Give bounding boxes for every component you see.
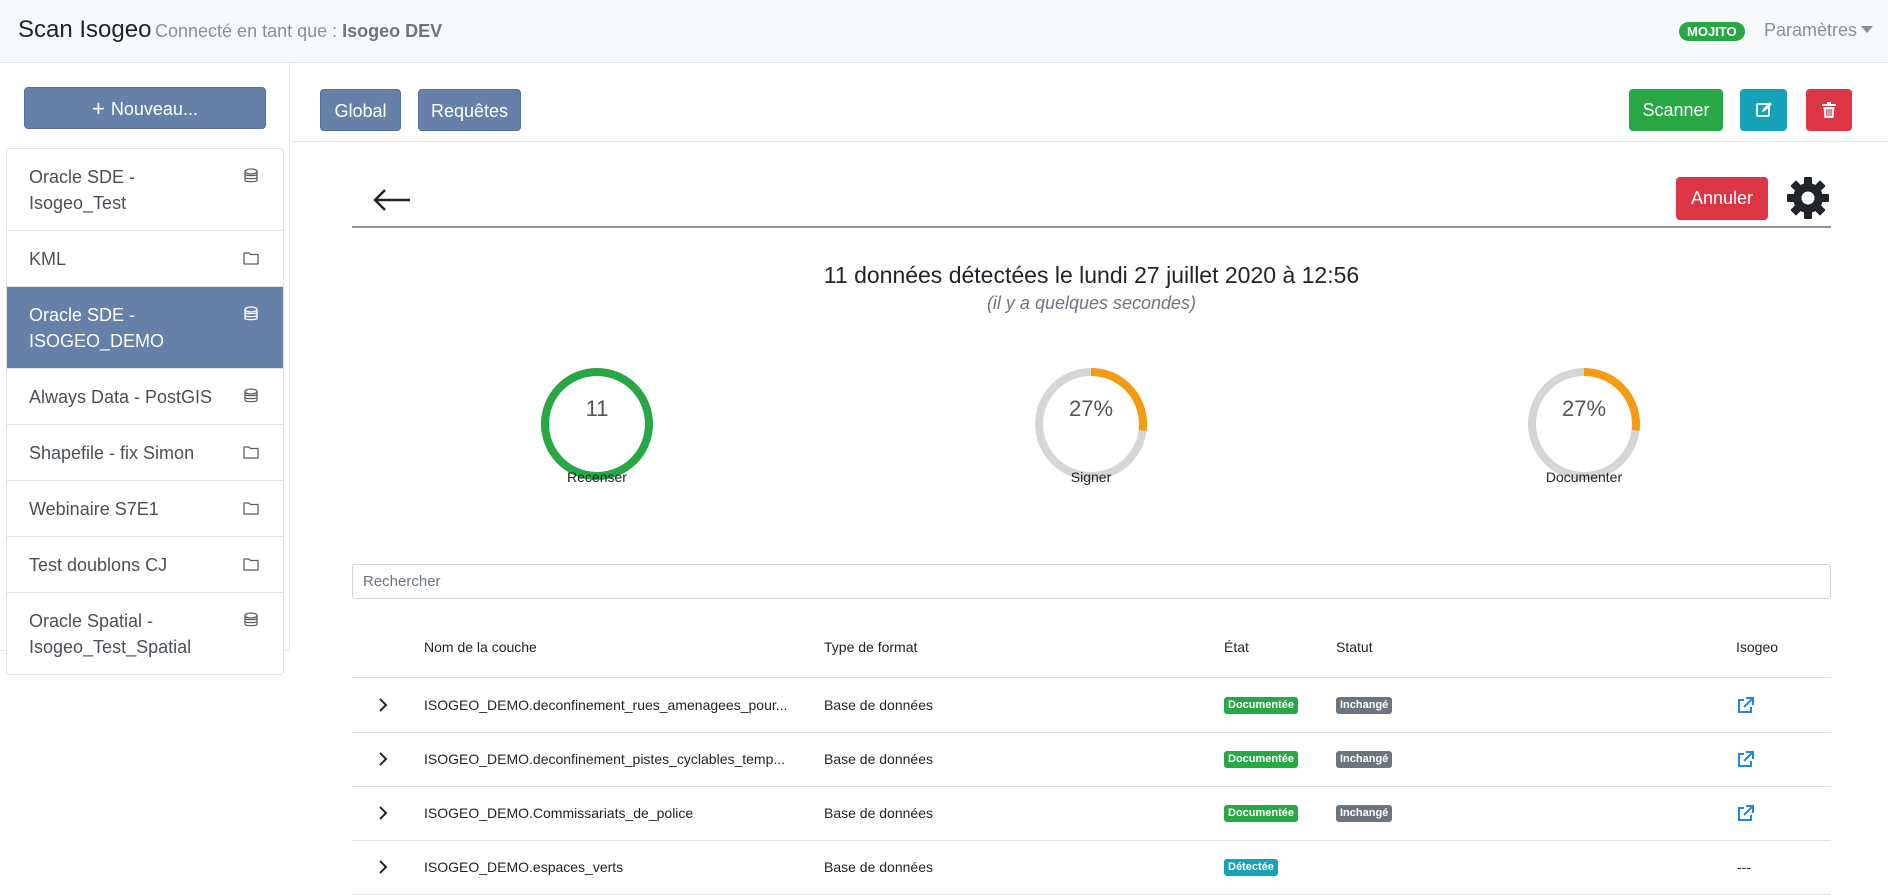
etat-badge: Documentée [1224, 751, 1299, 768]
chevron-right-icon[interactable] [377, 858, 389, 876]
gear-icon[interactable] [1786, 176, 1830, 220]
table-header: Nom de la couche Type de format État Sta… [352, 630, 1831, 678]
sidebar-source-item[interactable]: Oracle SDE - Isogeo_Test [7, 149, 283, 231]
delete-button[interactable] [1806, 89, 1852, 131]
database-icon [243, 303, 259, 321]
sidebar-source-item[interactable]: Shapefile - fix Simon [7, 425, 283, 481]
progress-gauge: 27% Signer [1021, 354, 1161, 494]
scanner-button[interactable]: Scanner [1629, 89, 1723, 131]
environment-badge: MOJITO [1679, 22, 1745, 41]
source-label: Shapefile - fix Simon [29, 443, 195, 463]
header-divider [352, 226, 1831, 228]
table-row[interactable]: ISOGEO_DEMO.deconfinement_pistes_cyclabl… [352, 733, 1831, 787]
progress-gauge: 11 Recenser [527, 354, 667, 494]
folder-icon [243, 441, 259, 459]
settings-label: Paramètres [1764, 20, 1858, 40]
table-row[interactable]: ISOGEO_DEMO.espaces_verts Base de données… [352, 841, 1831, 895]
edit-button[interactable] [1740, 89, 1787, 131]
external-link-icon[interactable] [1735, 804, 1755, 824]
header-statut[interactable]: Statut [1336, 639, 1373, 655]
database-icon [243, 385, 259, 403]
new-source-label: Nouveau... [110, 99, 198, 119]
connected-as-text: Connecté en tant que : Isogeo DEV [155, 21, 442, 42]
folder-icon [243, 497, 259, 515]
etat-badge: Documentée [1224, 805, 1299, 822]
sidebar-source-item[interactable]: Oracle Spatial - Isogeo_Test_Spatial [7, 593, 283, 674]
statut-badge: Inchangé [1336, 805, 1393, 822]
gauge-value: 11 [585, 396, 609, 421]
chevron-right-icon[interactable] [377, 750, 389, 768]
sidebar-source-item[interactable]: Webinaire S7E1 [7, 481, 283, 537]
sidebar: + Nouveau... Oracle SDE - Isogeo_Test KML O… [0, 63, 290, 675]
source-label: Oracle SDE - ISOGEO_DEMO [29, 305, 165, 351]
layer-format: Base de données [824, 697, 933, 713]
gauge-value: 27% [1561, 396, 1607, 421]
global-button[interactable]: Global [320, 89, 401, 131]
scan-subtitle: (il y a quelques secondes) [986, 293, 1197, 313]
database-icon [243, 609, 259, 627]
header-format[interactable]: Type de format [824, 639, 917, 655]
cancel-button[interactable]: Annuler [1676, 177, 1768, 220]
etat-badge: Détectée [1224, 859, 1278, 876]
trash-icon [1822, 102, 1836, 118]
scan-title: 11 données détectées le lundi 27 juillet… [823, 262, 1360, 288]
header-name[interactable]: Nom de la couche [424, 639, 537, 655]
source-label: Webinaire S7E1 [29, 499, 159, 519]
top-navbar: Scan Isogeo Connecté en tant que : Isoge… [0, 0, 1888, 63]
database-icon [243, 165, 259, 183]
statut-badge: Inchangé [1336, 751, 1393, 768]
gauge-label: Recenser [567, 469, 627, 485]
source-label: Oracle SDE - Isogeo_Test [29, 167, 136, 213]
external-link-icon[interactable] [1735, 696, 1755, 716]
caret-down-icon [1861, 26, 1874, 33]
layer-name: ISOGEO_DEMO.Commissariats_de_police [424, 805, 694, 821]
isogeo-empty: --- [1737, 859, 1751, 875]
layer-format: Base de données [824, 805, 933, 821]
app-brand[interactable]: Scan Isogeo [18, 16, 151, 44]
gauge-label: Signer [1070, 469, 1112, 485]
statut-badge: Inchangé [1336, 697, 1393, 714]
main-toolbar: Global Requêtes Scanner [291, 63, 1888, 142]
connected-prefix: Connecté en tant que : [155, 21, 338, 41]
source-label: Test doublons CJ [29, 555, 168, 575]
etat-badge: Documentée [1224, 697, 1299, 714]
table-row[interactable]: ISOGEO_DEMO.Commissariats_de_police Base … [352, 787, 1831, 841]
source-list: Oracle SDE - Isogeo_Test KML Oracle SDE - … [6, 148, 284, 675]
external-link-icon[interactable] [1735, 750, 1755, 770]
settings-dropdown[interactable]: Paramètres [1764, 20, 1874, 41]
folder-icon [243, 553, 259, 571]
requetes-button[interactable]: Requêtes [418, 89, 521, 131]
layer-format: Base de données [824, 751, 933, 767]
layer-name: ISOGEO_DEMO.deconfinement_rues_amenagees… [424, 697, 788, 713]
sidebar-source-item[interactable]: Always Data - PostGIS [7, 369, 283, 425]
layer-format: Base de données [824, 859, 933, 875]
progress-gauge: 27% Documenter [1514, 354, 1654, 494]
folder-icon [243, 247, 259, 265]
plus-icon: + [92, 96, 105, 121]
sidebar-source-item[interactable]: Test doublons CJ [7, 537, 283, 593]
search-input[interactable] [352, 564, 1831, 599]
sidebar-source-item[interactable]: KML [7, 231, 283, 287]
connected-user: Isogeo DEV [342, 21, 443, 41]
source-label: Oracle Spatial - Isogeo_Test_Spatial [29, 611, 192, 657]
sidebar-source-item[interactable]: Oracle SDE - ISOGEO_DEMO [7, 287, 283, 369]
gauge-label: Documenter [1545, 469, 1623, 485]
table-row[interactable]: ISOGEO_DEMO.deconfinement_rues_amenagees… [352, 679, 1831, 733]
layer-name: ISOGEO_DEMO.deconfinement_pistes_cyclabl… [424, 751, 786, 767]
chevron-right-icon[interactable] [377, 804, 389, 822]
chevron-right-icon[interactable] [377, 696, 389, 714]
new-source-button[interactable]: + Nouveau... [24, 87, 266, 129]
header-isogeo: Isogeo [1736, 639, 1779, 655]
source-label: Always Data - PostGIS [29, 387, 213, 407]
gauge-value: 27% [1068, 396, 1114, 421]
back-arrow-icon[interactable] [372, 185, 412, 215]
source-label: KML [29, 249, 67, 269]
layer-name: ISOGEO_DEMO.espaces_verts [424, 859, 624, 875]
edit-icon [1755, 102, 1772, 117]
header-etat[interactable]: État [1224, 639, 1249, 655]
